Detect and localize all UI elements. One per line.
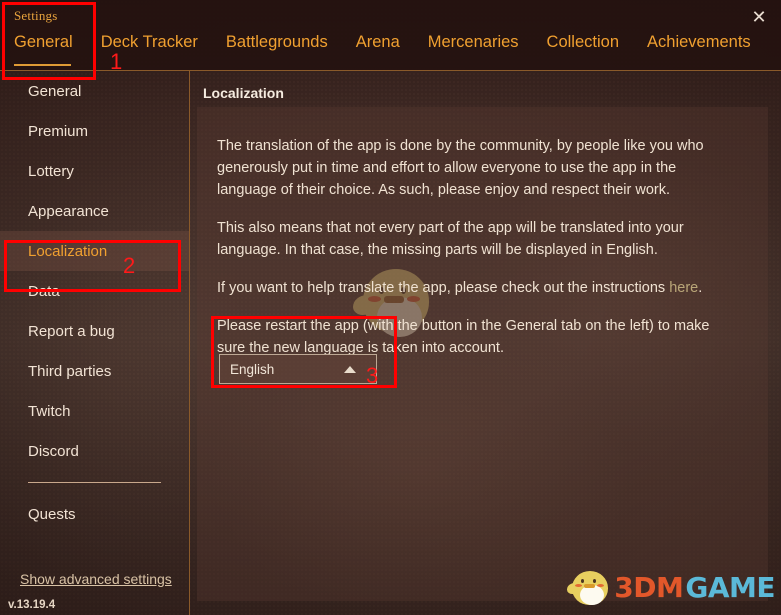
sidebar-item-lottery[interactable]: Lottery xyxy=(0,151,189,191)
sidebar-item-report-a-bug[interactable]: Report a bug xyxy=(0,311,189,351)
settings-window: Settings General Deck Tracker Battlegrou… xyxy=(0,0,781,615)
version-label: v.13.19.4 xyxy=(8,599,56,611)
sidebar-item-localization[interactable]: Localization xyxy=(0,231,189,271)
tab-achievements[interactable]: Achievements xyxy=(633,31,765,53)
localization-body: The translation of the app is done by th… xyxy=(217,135,737,375)
main-content: Localization The translation of the app … xyxy=(191,71,781,615)
paragraph-help-translate: If you want to help translate the app, p… xyxy=(217,277,737,299)
sidebar-item-twitch[interactable]: Twitch xyxy=(0,391,189,431)
sidebar-item-third-parties[interactable]: Third parties xyxy=(0,351,189,391)
caret-up-icon xyxy=(344,365,356,373)
sidebar-item-general[interactable]: General xyxy=(0,71,189,111)
localization-panel: The translation of the app is done by th… xyxy=(197,107,768,601)
sidebar: General Premium Lottery Appearance Local… xyxy=(0,71,190,615)
sidebar-item-discord[interactable]: Discord xyxy=(0,431,189,471)
sidebar-item-appearance[interactable]: Appearance xyxy=(0,191,189,231)
language-select-value: English xyxy=(230,361,275,377)
window-header: Settings General Deck Tracker Battlegrou… xyxy=(0,0,781,71)
tab-arena[interactable]: Arena xyxy=(342,31,414,53)
tab-battlegrounds[interactable]: Battlegrounds xyxy=(212,31,342,53)
language-select[interactable]: English xyxy=(219,354,377,384)
show-advanced-settings-link[interactable]: Show advanced settings xyxy=(20,571,172,587)
tab-bar: General Deck Tracker Battlegrounds Arena… xyxy=(12,31,765,66)
tab-general[interactable]: General xyxy=(14,31,87,66)
help-translate-period: . xyxy=(698,280,703,296)
sidebar-item-premium[interactable]: Premium xyxy=(0,111,189,151)
paragraph-community: The translation of the app is done by th… xyxy=(217,138,704,198)
instructions-link[interactable]: here xyxy=(669,280,698,296)
tab-collection[interactable]: Collection xyxy=(533,31,633,53)
sidebar-divider xyxy=(28,482,161,483)
sidebar-item-data[interactable]: Data xyxy=(0,271,189,311)
settings-title: Settings xyxy=(14,8,58,23)
paragraph-restart-app: Please restart the app (with the button … xyxy=(217,318,710,356)
tab-mercenaries[interactable]: Mercenaries xyxy=(414,31,533,53)
close-icon[interactable]: ✕ xyxy=(746,5,772,31)
sidebar-item-quests[interactable]: Quests xyxy=(0,494,189,534)
paragraph-partial-translation: This also means that not every part of t… xyxy=(217,220,684,258)
page-title: Localization xyxy=(203,85,284,101)
help-translate-text: If you want to help translate the app, p… xyxy=(217,280,670,296)
tab-deck-tracker[interactable]: Deck Tracker xyxy=(87,31,212,53)
